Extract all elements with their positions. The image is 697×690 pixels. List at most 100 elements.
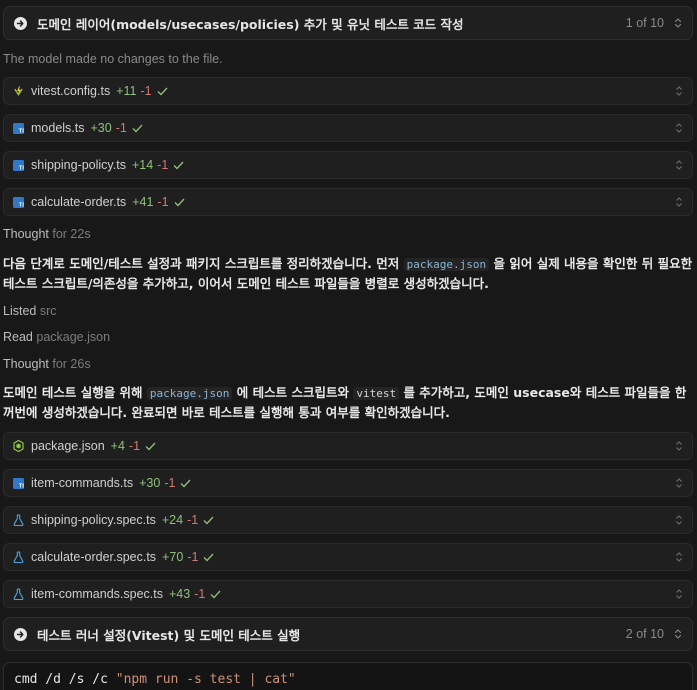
listed-status[interactable]: Listed src — [3, 304, 57, 318]
file-row-calculate-order-spec[interactable]: calculate-order.spec.ts +70 -1 — [3, 543, 693, 571]
chevron-up-down-icon[interactable] — [675, 123, 683, 133]
thought-duration: for 26s — [52, 357, 91, 371]
file-row-models[interactable]: TS models.ts +30 -1 — [3, 114, 693, 142]
file-row-shipping-policy[interactable]: TS shipping-policy.ts +14 -1 — [3, 151, 693, 179]
typescript-icon: TS — [13, 122, 24, 134]
lines-added: +11 — [116, 84, 137, 98]
lines-removed: -1 — [164, 476, 176, 490]
file-name: shipping-policy.ts — [31, 158, 126, 172]
check-icon — [157, 87, 168, 96]
file-row-vitest-config[interactable]: vitest.config.ts +11 -1 — [3, 77, 693, 105]
step-counter: 1 of 10 — [625, 16, 664, 30]
inline-code: vitest — [353, 387, 400, 400]
message-text: 도메인 테스트 실행을 위해 — [3, 385, 143, 400]
command-prefix: cmd /d /s /c — [14, 672, 108, 687]
step-header-1[interactable]: 도메인 레이어(models/usecases/policies) 추가 및 유… — [3, 6, 693, 40]
lines-added: +41 — [132, 195, 154, 209]
arrow-right-circle-icon — [14, 627, 27, 641]
message-text: 다음 단계로 도메인/테스트 설정과 패키지 스크립트를 정리하겠습니다. 먼저 — [3, 256, 400, 271]
chevron-up-down-icon[interactable] — [675, 478, 683, 488]
file-name: calculate-order.spec.ts — [31, 550, 157, 564]
file-name: item-commands.spec.ts — [31, 587, 163, 601]
svg-text:TS: TS — [19, 128, 24, 134]
nodejs-icon — [13, 440, 24, 452]
lines-removed: -1 — [115, 121, 127, 135]
inline-code: package.json — [146, 387, 233, 400]
file-name: shipping-policy.spec.ts — [31, 513, 156, 527]
chevron-up-down-icon[interactable] — [675, 515, 683, 525]
listed-label: Listed — [3, 304, 37, 318]
chevron-up-down-icon[interactable] — [675, 197, 683, 207]
thought-status[interactable]: Thought for 26s — [3, 357, 91, 371]
lines-removed: -1 — [187, 513, 199, 527]
message-text: 에 테스트 스크립트와 — [236, 385, 349, 400]
read-status[interactable]: Read package.json — [3, 330, 110, 344]
arrow-right-circle-icon — [14, 16, 27, 30]
lines-added: +4 — [110, 439, 125, 453]
lines-added: +43 — [168, 587, 191, 601]
file-row-item-commands-spec[interactable]: item-commands.spec.ts +43 -1 — [3, 580, 693, 608]
check-icon — [173, 161, 184, 170]
chevron-up-down-icon[interactable] — [675, 589, 683, 599]
svg-text:TS: TS — [19, 483, 24, 489]
thought-label: Thought — [3, 227, 49, 241]
chevron-up-down-icon[interactable] — [675, 86, 683, 96]
check-icon — [174, 198, 185, 207]
vitest-icon — [13, 86, 24, 97]
chevron-up-down-icon[interactable] — [674, 18, 682, 28]
lines-added: +14 — [131, 158, 154, 172]
inline-code: package.json — [403, 258, 490, 271]
flask-icon — [13, 588, 24, 600]
terminal-command[interactable]: cmd /d /s /c "npm run -s test | cat" — [3, 662, 693, 690]
lines-added: +30 — [90, 121, 112, 135]
check-icon — [132, 124, 143, 133]
read-value: package.json — [36, 330, 111, 344]
flask-icon — [13, 551, 24, 563]
check-icon — [145, 442, 156, 451]
step-title: 도메인 레이어(models/usecases/policies) 추가 및 유… — [37, 16, 464, 32]
lines-removed: -1 — [187, 550, 199, 564]
lines-removed: -1 — [157, 195, 169, 209]
check-icon — [203, 516, 214, 525]
read-label: Read — [3, 330, 33, 344]
typescript-icon: TS — [13, 159, 24, 171]
flask-icon — [13, 514, 24, 526]
svg-text:TS: TS — [19, 165, 24, 171]
thought-duration: for 22s — [52, 227, 91, 241]
lines-added: +24 — [161, 513, 184, 527]
chevron-up-down-icon[interactable] — [675, 441, 683, 451]
chevron-up-down-icon[interactable] — [675, 552, 683, 562]
lines-removed: -1 — [194, 587, 206, 601]
file-name: item-commands.ts — [31, 476, 134, 490]
lines-added: +30 — [139, 476, 161, 490]
assistant-message-1: 다음 단계로 도메인/테스트 설정과 패키지 스크립트를 정리하겠습니다. 먼저… — [3, 254, 693, 293]
thought-status[interactable]: Thought for 22s — [3, 227, 91, 241]
lines-removed: -1 — [128, 439, 141, 453]
check-icon — [180, 479, 191, 488]
file-name: vitest.config.ts — [31, 84, 111, 98]
svg-text:TS: TS — [19, 202, 24, 208]
typescript-icon: TS — [13, 477, 24, 489]
typescript-icon: TS — [13, 196, 24, 208]
listed-value: src — [39, 304, 57, 318]
thought-label: Thought — [3, 357, 49, 371]
chevron-up-down-icon[interactable] — [675, 160, 683, 170]
file-row-shipping-policy-spec[interactable]: shipping-policy.spec.ts +24 -1 — [3, 506, 693, 534]
file-name: package.json — [31, 439, 105, 453]
lines-added: +70 — [162, 550, 184, 564]
lines-removed: -1 — [157, 158, 169, 172]
step-counter: 2 of 10 — [625, 627, 664, 641]
step-title: 테스트 러너 설정(Vitest) 및 도메인 테스트 실행 — [37, 627, 301, 643]
file-row-item-commands[interactable]: TS item-commands.ts +30 -1 — [3, 469, 693, 497]
file-name: models.ts — [31, 121, 85, 135]
no-change-note: The model made no changes to the file. — [3, 52, 223, 66]
file-row-package-json[interactable]: package.json +4 -1 — [3, 432, 693, 460]
assistant-message-2: 도메인 테스트 실행을 위해 package.json 에 테스트 스크립트와 … — [3, 383, 693, 422]
step-header-2[interactable]: 테스트 러너 설정(Vitest) 및 도메인 테스트 실행 2 of 10 — [3, 617, 693, 651]
check-icon — [210, 590, 221, 599]
check-icon — [203, 553, 214, 562]
command-argument: "npm run -s test | cat" — [115, 672, 296, 687]
lines-removed: -1 — [140, 84, 152, 98]
file-row-calculate-order[interactable]: TS calculate-order.ts +41 -1 — [3, 188, 693, 216]
chevron-up-down-icon[interactable] — [674, 629, 682, 639]
